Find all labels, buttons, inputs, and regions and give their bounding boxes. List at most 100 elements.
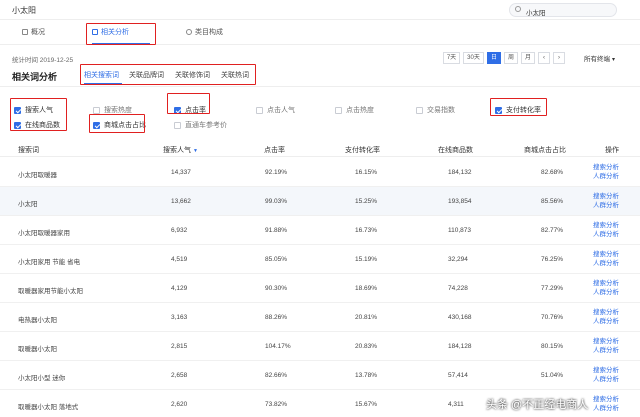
cell-popularity: 4,129 — [171, 285, 188, 292]
cell-ctr: 91.88% — [265, 227, 288, 234]
cell-mall: 76.25% — [541, 256, 564, 263]
cell-word: 小太阳小型 迷你 — [18, 375, 66, 382]
search-icon — [515, 6, 521, 12]
cell-items: 184,128 — [448, 343, 472, 350]
search-analysis-link[interactable]: 搜索分析 — [593, 309, 619, 317]
col-header-action: 操作 — [605, 147, 619, 154]
checkbox-icon — [256, 106, 263, 114]
checkbox-checked-icon — [14, 106, 21, 114]
crowd-analysis-link[interactable]: 人群分析 — [593, 231, 619, 239]
metric-mall-click-ratio[interactable]: 商城点击占比 — [93, 120, 146, 130]
cell-word: 电热器小太阳 — [18, 317, 57, 324]
range-30d-button[interactable]: 30天 — [463, 52, 484, 64]
table-row: 小太阳小型 迷你 2,658 82.66% 13.78% 57,414 51.04% 搜索分… — [0, 361, 640, 390]
metric-ztc-price[interactable]: 直通车参考价 — [174, 120, 227, 130]
col-header-popularity[interactable]: 搜索人气 ▼ — [163, 145, 198, 155]
range-month-button[interactable]: 月 — [521, 52, 535, 64]
subtab-brand-words[interactable]: 关联品牌词 — [129, 70, 164, 80]
cell-popularity: 2,658 — [171, 372, 188, 379]
subtab-active-underline — [84, 83, 122, 85]
cell-items: 32,294 — [448, 256, 468, 263]
section-title: 相关词分析 — [12, 72, 58, 82]
cell-items: 4,311 — [448, 401, 464, 408]
cell-items: 193,854 — [448, 198, 472, 205]
tab-overview[interactable]: 概况 — [22, 27, 45, 37]
cell-ctr: 73.82% — [265, 401, 288, 408]
metric-click-heat[interactable]: 点击热度 — [335, 105, 374, 115]
crowd-analysis-link[interactable]: 人群分析 — [593, 347, 619, 355]
cell-conversion: 15.67% — [355, 401, 378, 408]
metric-online-items[interactable]: 在线商品数 — [14, 120, 60, 130]
cell-word: 取暖器小太阳 — [18, 346, 57, 353]
search-analysis-link[interactable]: 搜索分析 — [593, 222, 619, 230]
metric-search-heat[interactable]: 搜索热度 — [93, 105, 132, 115]
crowd-analysis-link[interactable]: 人群分析 — [593, 376, 619, 384]
cell-ctr: 88.26% — [265, 314, 288, 321]
search-analysis-link[interactable]: 搜索分析 — [593, 396, 619, 404]
col-header-ctr: 点击率 — [264, 147, 285, 154]
cell-ctr: 104.17% — [265, 343, 291, 350]
metric-click-popularity[interactable]: 点击人气 — [256, 105, 295, 115]
prev-date-button[interactable]: ‹ — [538, 52, 550, 64]
next-date-button[interactable]: › — [553, 52, 565, 64]
search-value: 小太阳 — [526, 9, 546, 17]
search-analysis-link[interactable]: 搜索分析 — [593, 367, 619, 375]
checkbox-checked-icon — [174, 106, 181, 114]
cell-popularity: 4,519 — [171, 256, 188, 263]
col-header-conversion: 支付转化率 — [345, 147, 380, 154]
cell-items: 74,228 — [448, 285, 468, 292]
metric-ctr[interactable]: 点击率 — [174, 105, 206, 115]
table-row: 小太阳 13,662 99.03% 15.25% 193,854 85.56% 搜索分析 人群… — [0, 187, 640, 216]
search-analysis-link[interactable]: 搜索分析 — [593, 251, 619, 259]
chevron-right-icon: › — [558, 55, 560, 61]
metric-pay-conversion[interactable]: 支付转化率 — [495, 105, 541, 115]
cell-popularity: 14,337 — [171, 169, 191, 176]
tab-related-analysis[interactable]: 相关分析 — [92, 27, 129, 37]
crowd-analysis-link[interactable]: 人群分析 — [593, 260, 619, 268]
checkbox-icon — [174, 121, 181, 129]
cell-conversion: 13.78% — [355, 372, 378, 379]
sort-down-icon: ▼ — [193, 148, 198, 154]
checkbox-icon — [416, 106, 423, 114]
cell-conversion: 16.15% — [355, 169, 378, 176]
cell-mall: 85.56% — [541, 198, 564, 205]
table-row: 小太阳家用 节能 省电 4,519 85.05% 15.19% 32,294 76.25%… — [0, 245, 640, 274]
table-row: 取暖器家用节能小太阳 4,129 90.30% 18.69% 74,228 77.29% 搜… — [0, 274, 640, 303]
subtab-search-words[interactable]: 相关搜索词 — [84, 70, 119, 80]
crowd-analysis-link[interactable]: 人群分析 — [593, 318, 619, 326]
crowd-analysis-link[interactable]: 人群分析 — [593, 289, 619, 297]
cell-mall: 70.76% — [541, 314, 564, 321]
subtab-hot-words[interactable]: 关联热词 — [221, 70, 249, 80]
search-analysis-link[interactable]: 搜索分析 — [593, 164, 619, 172]
crowd-analysis-link[interactable]: 人群分析 — [593, 173, 619, 181]
checkbox-checked-icon — [93, 121, 100, 129]
page-title: 小太阳 — [12, 6, 36, 15]
chevron-left-icon: ‹ — [543, 55, 545, 61]
crowd-analysis-link[interactable]: 人群分析 — [593, 405, 619, 413]
search-analysis-link[interactable]: 搜索分析 — [593, 338, 619, 346]
watermark: 头条 @不正经电商人 — [486, 399, 589, 411]
cell-word: 取暖器小太阳 落地式 — [18, 404, 79, 411]
search-input[interactable]: 小太阳 — [509, 3, 617, 17]
tab-category[interactable]: 类目构成 — [186, 27, 223, 37]
search-analysis-link[interactable]: 搜索分析 — [593, 193, 619, 201]
metric-trade-index[interactable]: 交易指数 — [416, 105, 455, 115]
cell-mall: 51.04% — [541, 372, 564, 379]
cell-ctr: 99.03% — [265, 198, 288, 205]
cell-word: 取暖器家用节能小太阳 — [18, 288, 83, 295]
cell-word: 小太阳取暖器家用 — [18, 230, 70, 237]
search-analysis-link[interactable]: 搜索分析 — [593, 280, 619, 288]
table-row: 小太阳取暖器 14,337 92.19% 16.15% 184,132 82.68% 搜索分… — [0, 158, 640, 187]
range-week-button[interactable]: 周 — [504, 52, 518, 64]
range-7d-button[interactable]: 7天 — [443, 52, 460, 64]
crowd-analysis-link[interactable]: 人群分析 — [593, 202, 619, 210]
cell-popularity: 6,932 — [171, 227, 188, 234]
cell-ctr: 92.19% — [265, 169, 288, 176]
range-day-button[interactable]: 日 — [487, 52, 501, 64]
cell-ctr: 82.66% — [265, 372, 288, 379]
cell-mall: 80.15% — [541, 343, 564, 350]
metric-search-popularity[interactable]: 搜索人气 — [14, 105, 53, 115]
subtab-modifier-words[interactable]: 关联修饰词 — [175, 70, 210, 80]
terminal-select[interactable]: 所有终端 ▾ — [584, 53, 615, 63]
cell-conversion: 20.83% — [355, 343, 378, 350]
